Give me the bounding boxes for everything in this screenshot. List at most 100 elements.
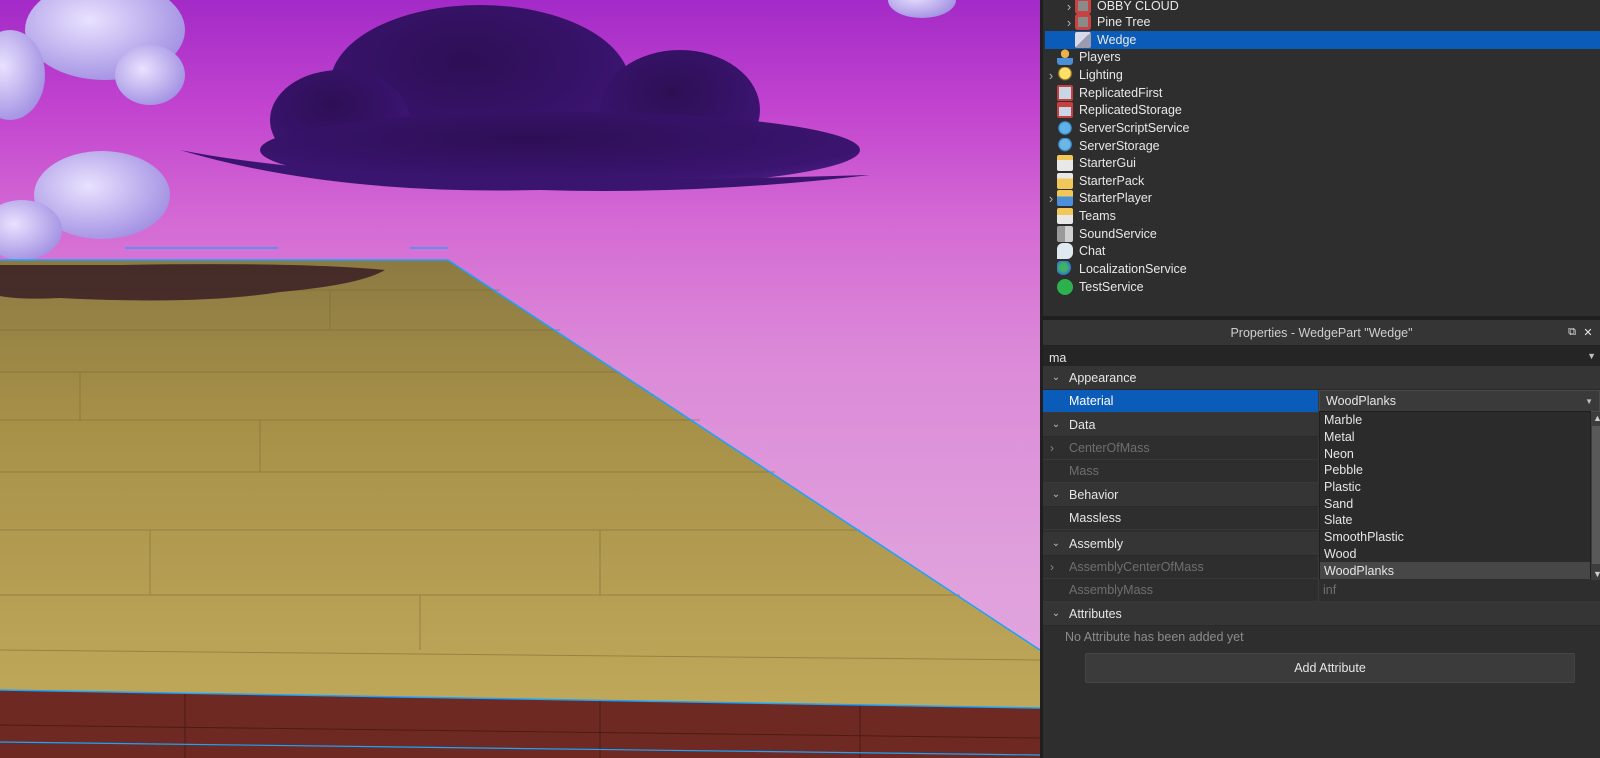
explorer-item-replicatedfirst[interactable]: ReplicatedFirst [1045,84,1600,102]
explorer-item-serverstorage[interactable]: ServerStorage [1045,137,1600,155]
material-option-woodplanks[interactable]: WoodPlanks [1320,562,1590,579]
explorer-item-label: Players [1079,50,1121,64]
chevron-down-icon: ⌄ [1051,538,1061,549]
chevron-down-icon: ⌄ [1051,608,1061,619]
starter-gui-icon [1057,155,1073,171]
explorer-item-starterplayer[interactable]: › StarterPlayer [1045,189,1600,207]
no-attributes-message: No Attribute has been added yet [1065,630,1244,644]
material-option-marble[interactable]: Marble [1320,412,1590,429]
starter-player-icon [1057,190,1073,206]
property-label: Mass [1069,464,1099,478]
scrollbar-thumb[interactable] [1592,426,1600,564]
server-storage-icon [1057,138,1073,154]
material-dropdown-list[interactable]: Marble Metal Neon Pebble Plastic Sand Slate Smo… [1319,411,1600,580]
category-label: Attributes [1069,606,1122,621]
starter-pack-icon [1057,173,1073,189]
property-name: Massless [1043,507,1319,529]
material-option-sand[interactable]: Sand [1320,495,1590,512]
explorer-item-chat[interactable]: Chat [1045,242,1600,260]
explorer-item-startergui[interactable]: StarterGui [1045,154,1600,172]
explorer-item-label: OBBY CLOUD [1097,0,1179,13]
explorer-item-replicatedstorage[interactable]: ReplicatedStorage [1045,101,1600,119]
property-assembly-mass[interactable]: AssemblyMass inf [1043,579,1600,602]
chevron-down-icon: ⌄ [1051,372,1061,383]
explorer-item-label: LocalizationService [1079,262,1187,276]
float-window-icon[interactable]: ⧉ [1566,326,1578,338]
explorer-item-label: ServerStorage [1079,139,1160,153]
property-material[interactable]: Material WoodPlanks ▼ [1043,390,1600,413]
replicated-storage-icon [1057,102,1073,118]
scroll-down-icon[interactable]: ▼ [1593,569,1600,579]
chevron-right-icon[interactable]: › [1050,560,1054,574]
material-option-smoothplastic[interactable]: SmoothPlastic [1320,529,1590,546]
explorer-item-label: Lighting [1079,68,1123,82]
property-label: CenterOfMass [1069,441,1150,455]
property-label: AssemblyCenterOfMass [1069,560,1204,574]
material-option-pebble[interactable]: Pebble [1320,462,1590,479]
explorer-item-starterpack[interactable]: StarterPack [1045,172,1600,190]
chevron-right-icon[interactable]: › [1063,13,1075,31]
filter-dropdown-icon[interactable]: ▼ [1587,351,1596,361]
properties-panel: Properties - WedgePart "Wedge" ⧉ ✕ ▼ ⌄ A… [1043,320,1600,758]
explorer-item-wedge[interactable]: Wedge [1045,31,1600,49]
explorer-item-testservice[interactable]: TestService [1045,278,1600,296]
property-name: Mass [1043,460,1319,482]
chevron-right-icon[interactable]: › [1045,66,1057,84]
category-attributes[interactable]: ⌄ Attributes [1043,602,1600,626]
material-option-slate[interactable]: Slate [1320,512,1590,529]
explorer-item-label: Wedge [1097,33,1137,47]
explorer-item-label: StarterGui [1079,156,1136,170]
chevron-right-icon[interactable]: › [1045,189,1057,207]
studio-right-panels: › OBBY CLOUD › Pine Tree Wedge Players › Lighti… [1040,0,1600,758]
property-filter-input[interactable] [1049,350,1569,365]
material-select[interactable]: WoodPlanks ▼ [1319,390,1600,412]
properties-title-bar: Properties - WedgePart "Wedge" ⧉ ✕ [1043,320,1600,346]
add-attribute-button[interactable]: Add Attribute [1085,653,1575,683]
explorer-item-label: Teams [1079,209,1116,223]
explorer-item-serverscriptservice[interactable]: ServerScriptService [1045,119,1600,137]
chevron-down-icon: ⌄ [1051,489,1061,500]
scroll-up-icon[interactable]: ▲ [1593,413,1600,423]
chevron-down-icon: ▼ [1585,396,1593,406]
property-name: Material [1043,390,1319,412]
property-name: › AssemblyCenterOfMass [1043,556,1319,578]
explorer-item-pine-tree[interactable]: › Pine Tree [1045,13,1600,31]
replicated-first-icon [1057,85,1073,101]
explorer-item-label: ServerScriptService [1079,121,1190,135]
viewport-3d[interactable] [0,0,1040,758]
chevron-down-icon: ⌄ [1051,419,1061,430]
wood-platform[interactable] [0,259,1040,758]
server-script-service-icon [1057,120,1073,136]
category-appearance[interactable]: ⌄ Appearance [1043,366,1600,390]
chevron-right-icon[interactable]: › [1050,441,1054,455]
property-label: Massless [1069,511,1122,525]
players-icon [1057,49,1073,65]
explorer-item-label: StarterPlayer [1079,191,1152,205]
explorer-item-label: Pine Tree [1097,15,1151,29]
scene [0,0,1040,758]
dropdown-scrollbar[interactable]: ▲ ▼ [1591,412,1600,580]
explorer-item-lighting[interactable]: › Lighting [1045,66,1600,84]
material-option-neon[interactable]: Neon [1320,445,1590,462]
close-icon[interactable]: ✕ [1582,326,1594,339]
model-icon [1075,14,1091,30]
explorer-item-players[interactable]: Players [1045,48,1600,66]
category-label: Data [1069,417,1096,432]
property-name: › CenterOfMass [1043,437,1319,459]
material-option-wood[interactable]: Wood [1320,546,1590,563]
material-option-metal[interactable]: Metal [1320,429,1590,446]
lightbulb-icon [1057,67,1073,83]
explorer-item-localizationservice[interactable]: LocalizationService [1045,260,1600,278]
material-option-plastic[interactable]: Plastic [1320,479,1590,496]
explorer-item-soundservice[interactable]: SoundService [1045,225,1600,243]
explorer-panel: › OBBY CLOUD › Pine Tree Wedge Players › Lighti… [1043,0,1600,316]
explorer-item-teams[interactable]: Teams [1045,207,1600,225]
